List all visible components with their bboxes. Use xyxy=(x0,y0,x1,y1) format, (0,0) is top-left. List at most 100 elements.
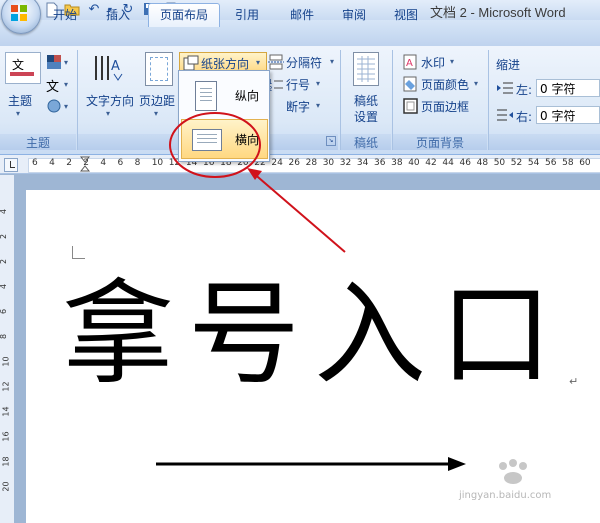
vertical-ruler-tick-label: 10 xyxy=(1,356,11,367)
ruler-tick-label: 10 xyxy=(151,158,164,168)
ruler-tick-label: 8 xyxy=(134,158,141,168)
tab-view[interactable]: 视图 xyxy=(384,6,428,26)
vertical-ruler-tick-label: 14 xyxy=(1,406,11,417)
theme-button-label[interactable]: 主题 xyxy=(8,92,32,109)
watermark-site-text: jingyan.baidu.com xyxy=(459,490,552,501)
theme-effects-dropdown-icon[interactable]: ▾ xyxy=(64,102,68,111)
ruler-tick-label: 34 xyxy=(356,158,369,168)
margins-dropdown-icon[interactable]: ▾ xyxy=(154,109,158,118)
orientation-dropdown-icon: ▾ xyxy=(256,58,261,67)
tab-references[interactable]: 引用 xyxy=(225,6,269,26)
ruler-tick-label: 40 xyxy=(408,158,420,168)
page-color-dropdown-icon[interactable]: ▾ xyxy=(474,79,478,88)
ruler-tick-label: 36 xyxy=(374,158,386,168)
ruler-tick-label: 50 xyxy=(493,158,506,168)
orientation-menu: 纵向 横向 xyxy=(178,70,270,162)
paw-logo-icon xyxy=(499,459,527,484)
vertical-ruler-tick-label: 2 xyxy=(0,259,8,264)
page-color-label[interactable]: 页面颜色 xyxy=(421,76,469,93)
theme-colors-dropdown-icon[interactable]: ▾ xyxy=(64,58,68,67)
svg-text:A: A xyxy=(406,58,413,69)
line-numbers-dropdown-icon[interactable]: ▾ xyxy=(316,79,320,88)
document-arrow-shape[interactable] xyxy=(150,452,470,476)
document-body-text[interactable]: 拿号入口 xyxy=(62,270,566,400)
group-label-theme: 主题 xyxy=(0,134,76,150)
tab-page-layout[interactable]: 页面布局 xyxy=(148,3,220,27)
ruler-tick-label: 24 xyxy=(271,158,283,168)
landscape-label: 横向 xyxy=(235,133,260,147)
tab-home[interactable]: 开始 xyxy=(43,6,87,26)
ruler-tick-label: 52 xyxy=(510,158,523,168)
indent-left-field[interactable]: 0 字符 xyxy=(536,79,600,97)
vertical-ruler-tick-label: 18 xyxy=(1,456,11,467)
line-numbers-icon[interactable]: 12 xyxy=(268,76,284,93)
ruler-tick-label: 38 xyxy=(391,158,403,168)
vertical-ruler-tick-label: 6 xyxy=(0,309,8,314)
vertical-ruler-tick-label: 2 xyxy=(0,234,8,239)
page-borders-icon[interactable] xyxy=(403,98,419,114)
theme-fonts-dropdown-icon[interactable]: ▾ xyxy=(64,80,68,89)
group-label-paper: 稿纸 xyxy=(341,134,391,150)
indent-left-icon xyxy=(497,80,513,96)
hyphenation-label[interactable]: 断字 xyxy=(286,98,310,115)
paper-setup-label-line2[interactable]: 设置 xyxy=(354,108,378,125)
ruler-tick-label: 58 xyxy=(562,158,574,168)
theme-icon[interactable]: 文 xyxy=(5,52,41,84)
orientation-landscape-item[interactable]: 横向 xyxy=(181,119,268,159)
line-numbers-label[interactable]: 行号 xyxy=(286,76,310,93)
landscape-page-icon xyxy=(192,129,222,151)
orientation-portrait-item[interactable]: 纵向 xyxy=(181,75,266,115)
indent-right-label: 右: xyxy=(516,110,533,124)
svg-text:A: A xyxy=(111,59,120,74)
margins-icon[interactable] xyxy=(145,52,173,86)
vertical-ruler-tick-label: 4 xyxy=(0,209,8,214)
portrait-label: 纵向 xyxy=(235,89,260,103)
site-watermark: jingyan.baidu.com xyxy=(455,458,565,508)
paper-setup-icon[interactable] xyxy=(353,52,379,86)
indent-right-field[interactable]: 0 字符 xyxy=(536,106,600,124)
page-setup-dialog-launcher-icon[interactable]: ↘ xyxy=(326,136,336,146)
ruler-tick-label: 26 xyxy=(288,158,300,168)
watermark-label[interactable]: 水印 xyxy=(421,54,445,71)
vertical-ruler-labels: 4 2 2 4 6 8 10 12 14 16 18 20 xyxy=(0,175,14,523)
ruler-tick-label: 2 xyxy=(83,158,90,168)
page-color-icon[interactable] xyxy=(403,76,419,92)
ruler-tick-label: 30 xyxy=(322,158,335,168)
vertical-ruler-tick-label: 8 xyxy=(0,334,8,339)
theme-dropdown-icon[interactable]: ▾ xyxy=(16,109,20,118)
margin-corner-mark xyxy=(72,246,85,259)
text-direction-icon[interactable]: A xyxy=(92,54,124,84)
text-direction-dropdown-icon[interactable]: ▾ xyxy=(106,109,110,118)
breaks-icon[interactable] xyxy=(268,54,284,70)
tab-review[interactable]: 审阅 xyxy=(332,6,376,26)
ruler-labels: 6 4 2 2 4 6 8 10 12 14 16 18 20 22 24 26 28 30 32 34 36 38 40 4… xyxy=(0,157,600,171)
vertical-ruler-tick-label: 12 xyxy=(1,381,11,392)
theme-fonts-icon[interactable]: 文 xyxy=(46,76,62,95)
page-borders-label[interactable]: 页面边框 xyxy=(421,98,469,115)
breaks-dropdown-icon[interactable]: ▾ xyxy=(330,57,334,66)
tab-insert[interactable]: 插入 xyxy=(96,6,140,26)
breaks-label[interactable]: 分隔符 xyxy=(286,54,322,71)
hyphenation-dropdown-icon[interactable]: ▾ xyxy=(316,101,320,110)
watermark-dropdown-icon[interactable]: ▾ xyxy=(450,57,454,66)
ruler-tick-label: 28 xyxy=(305,158,318,168)
text-direction-label[interactable]: 文字方向 xyxy=(86,92,134,109)
tab-mailings[interactable]: 邮件 xyxy=(280,6,324,26)
vertical-ruler-tick-label: 4 xyxy=(0,284,8,289)
paper-setup-label-line1[interactable]: 稿纸 xyxy=(354,92,378,109)
ruler-tick-label: 54 xyxy=(527,158,540,168)
theme-effects-icon[interactable] xyxy=(46,98,62,114)
portrait-page-icon xyxy=(195,81,217,111)
margins-label[interactable]: 页边距 xyxy=(139,92,175,109)
watermark-icon[interactable]: A xyxy=(403,54,419,70)
theme-colors-icon[interactable] xyxy=(46,54,62,70)
orientation-icon xyxy=(183,55,199,71)
indent-title: 缩进 xyxy=(496,58,521,72)
ruler-tick-label: 6 xyxy=(117,158,124,168)
ruler-tick-label: 42 xyxy=(425,158,437,168)
ruler-tick-label: 4 xyxy=(49,158,55,168)
ruler-tick-label: 2 xyxy=(66,158,72,168)
ribbon: 文 主题 ▾ ▾ 文 ▾ ▾ 主题 A 文字方向 ▾ 页边距 ▾ 纸张方向 ▾ … xyxy=(0,46,600,155)
indent-left-label: 左: xyxy=(516,83,533,97)
ruler-tick-label: 4 xyxy=(100,158,107,168)
